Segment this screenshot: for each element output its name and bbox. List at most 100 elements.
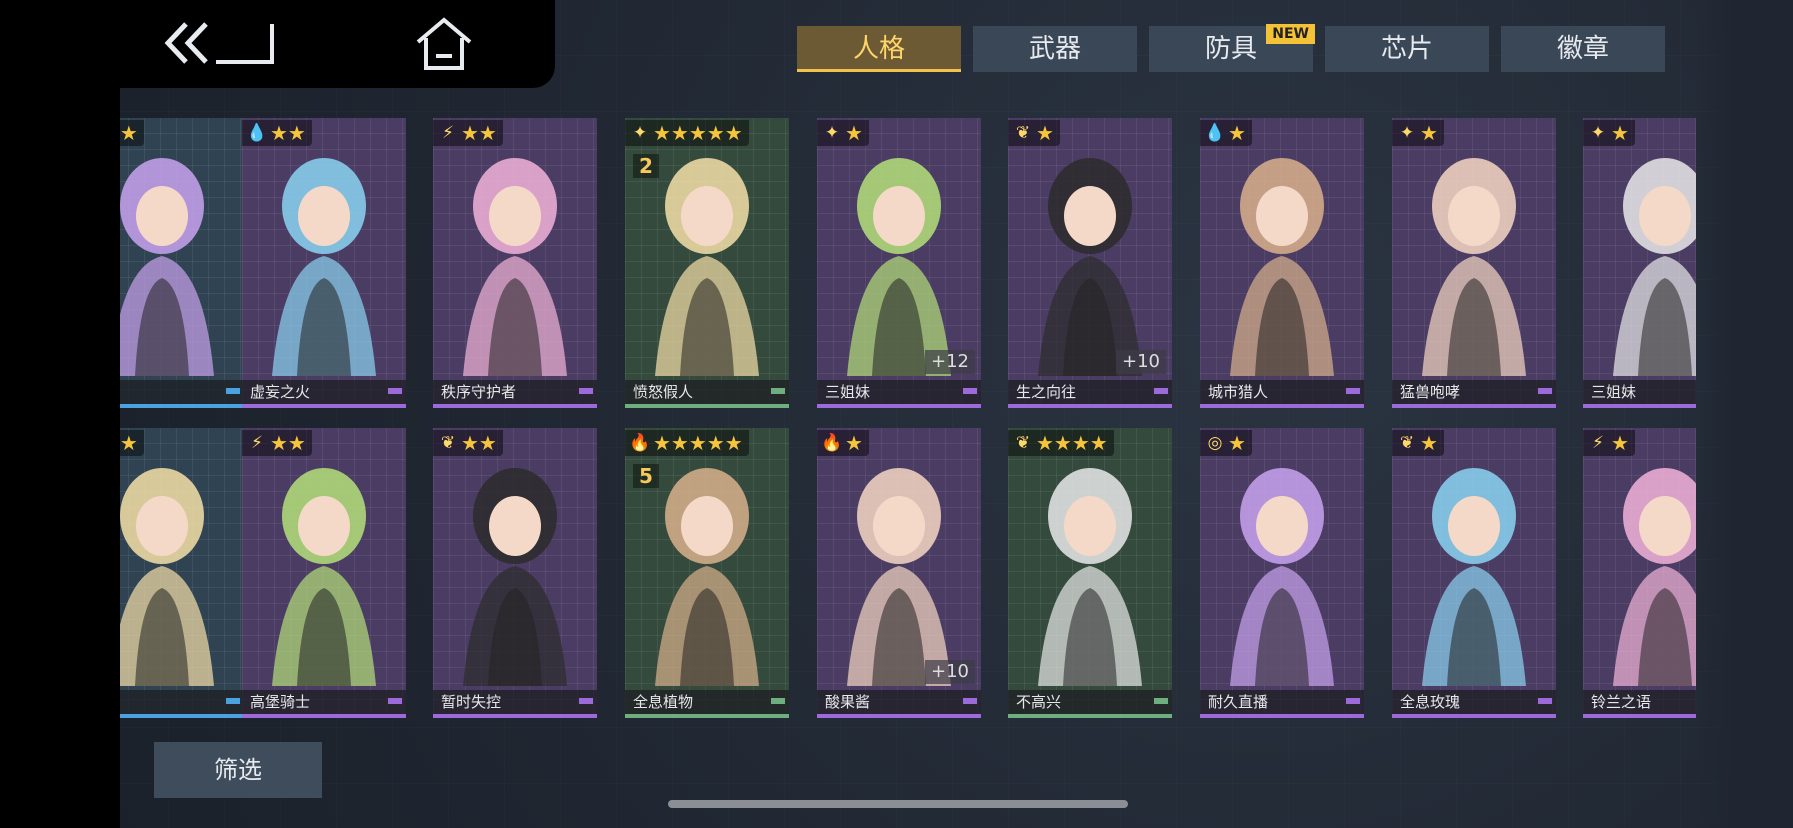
element-icon: ✦ [632, 123, 648, 143]
element-icon: 🔥 [629, 433, 651, 453]
element-icon: ❦ [1015, 433, 1031, 453]
persona-name: 耐久直播 [1208, 693, 1269, 711]
persona-portrait [1230, 468, 1334, 686]
persona-card[interactable]: ★★★ [120, 428, 244, 718]
persona-name-bar: 猛兽咆哮 [1392, 380, 1556, 404]
persona-portrait [120, 468, 214, 686]
enhance-level: +12 [925, 350, 975, 374]
rarity-bar: 💧 ★ [1200, 120, 1252, 146]
back-button[interactable] [160, 18, 280, 68]
star-rating: ★★★★ [1036, 431, 1108, 455]
persona-portrait [1230, 158, 1334, 376]
star-rating: ★★ [461, 431, 497, 455]
tab-persona[interactable]: 人格 [797, 26, 961, 72]
rarity-marker [1346, 698, 1360, 704]
persona-name: 愤怒假人 [633, 383, 694, 401]
persona-card[interactable]: ❦ ★★ 暂时失控 [433, 428, 597, 718]
persona-name-bar: 三姐妹 [1583, 380, 1696, 404]
persona-portrait [1613, 158, 1696, 376]
persona-card[interactable]: ❦ ★ +10 生之向往 [1008, 118, 1172, 408]
category-tabs: 人格 武器 防具 NEW 芯片 徽章 [797, 24, 1667, 72]
element-icon: ⚡ [251, 433, 263, 453]
screen-edge [0, 0, 120, 828]
star-rating: ★ [1228, 121, 1246, 145]
rarity-marker [1154, 388, 1168, 394]
rarity-marker [579, 388, 593, 394]
rarity-bar: ✦ ★ [1583, 120, 1635, 146]
persona-card[interactable]: 💧 ★★ 虚妄之火 [242, 118, 406, 408]
persona-card[interactable]: ✦ ★ +12 三姐妹 [817, 118, 981, 408]
star-rating: ★★★★★ [653, 431, 743, 455]
star-rating: ★ [1611, 121, 1629, 145]
persona-portrait [463, 158, 567, 376]
persona-card[interactable]: ◎ ★ 耐久直播 [1200, 428, 1364, 718]
rarity-bar: ❦ ★ [1008, 120, 1060, 146]
rarity-marker [388, 388, 402, 394]
rarity-marker [226, 698, 240, 704]
tab-armor[interactable]: 防具 NEW [1149, 24, 1315, 72]
rarity-marker [1538, 698, 1552, 704]
rarity-bar: ✦ ★ [1392, 120, 1444, 146]
rarity-bar: ⚡ ★ [1583, 430, 1635, 456]
persona-card[interactable]: ✦ ★ 猛兽咆哮 [1392, 118, 1556, 408]
rarity-bar: ★★★ [120, 430, 144, 456]
stack-count: 2 [633, 154, 659, 178]
tab-label: 防具 [1204, 34, 1257, 64]
star-rating: ★★★ [120, 431, 138, 455]
persona-portrait [655, 468, 759, 686]
scroll-indicator[interactable] [668, 800, 1128, 808]
persona-card[interactable]: ❦ ★★★★ 不高兴 [1008, 428, 1172, 718]
persona-portrait [847, 468, 951, 686]
persona-name: 不高兴 [1016, 693, 1062, 711]
persona-card[interactable]: ✦ ★ 三姐妹 [1583, 118, 1696, 408]
persona-portrait [1422, 468, 1526, 686]
persona-portrait [1038, 468, 1142, 686]
home-icon [416, 17, 472, 70]
element-icon: ✦ [1399, 123, 1415, 143]
persona-card[interactable]: 🔥 ★ +10 酸果酱 [817, 428, 981, 718]
persona-card[interactable]: ⚡ ★ 铃兰之语 [1583, 428, 1696, 718]
rarity-bar: ★★★ [120, 120, 144, 146]
right-edge-fade [1696, 0, 1793, 828]
persona-name-bar: 三姐妹 [817, 380, 981, 404]
enhance-level: +10 [925, 660, 975, 684]
persona-card[interactable]: ⚡ ★★ 高堡骑士 [242, 428, 406, 718]
tab-chip[interactable]: 芯片 [1325, 26, 1489, 72]
rarity-marker [1154, 698, 1168, 704]
element-icon: ✦ [1590, 123, 1606, 143]
persona-portrait [272, 468, 376, 686]
persona-name: 猛兽咆哮 [1400, 383, 1461, 401]
double-chevron-back-icon [164, 22, 274, 64]
element-icon: ⚡ [1592, 433, 1604, 453]
persona-name-bar: 愤怒假人 [625, 380, 789, 404]
star-rating: ★★★★★ [653, 121, 743, 145]
persona-card[interactable]: ❦ ★ 全息玫瑰 [1392, 428, 1556, 718]
persona-name-bar: 酸果酱 [817, 690, 981, 714]
star-rating: ★ [1228, 431, 1246, 455]
persona-card[interactable]: 💧 ★ 城市猎人 [1200, 118, 1364, 408]
rarity-bar: 💧 ★★ [242, 120, 312, 146]
rarity-marker [579, 698, 593, 704]
persona-card[interactable]: ⚡ ★★ 秩序守护者 [433, 118, 597, 408]
persona-card[interactable]: ✦ ★★★★★ 2 愤怒假人 [625, 118, 789, 408]
rarity-bar: ⚡ ★★ [242, 430, 312, 456]
star-rating: ★★ [461, 121, 497, 145]
rarity-marker [963, 698, 977, 704]
home-button[interactable] [412, 16, 476, 72]
tab-weapon[interactable]: 武器 [973, 26, 1137, 72]
rarity-bar: 🔥 ★★★★★ [625, 430, 749, 456]
persona-card[interactable]: ★★★ [120, 118, 244, 408]
tab-badge[interactable]: 徽章 [1501, 26, 1665, 72]
persona-name: 酸果酱 [825, 693, 871, 711]
rarity-marker [1538, 388, 1552, 394]
tab-label: 芯片 [1380, 34, 1433, 64]
persona-name: 生之向往 [1016, 383, 1077, 401]
persona-portrait [120, 158, 214, 376]
rarity-marker [771, 698, 785, 704]
persona-card[interactable]: 🔥 ★★★★★ 5 全息植物 [625, 428, 789, 718]
persona-portrait [1422, 158, 1526, 376]
rarity-marker [963, 388, 977, 394]
persona-name-bar: 耐久直播 [1200, 690, 1364, 714]
persona-name: 全息玫瑰 [1400, 693, 1461, 711]
filter-button[interactable]: 筛选 [154, 742, 322, 798]
